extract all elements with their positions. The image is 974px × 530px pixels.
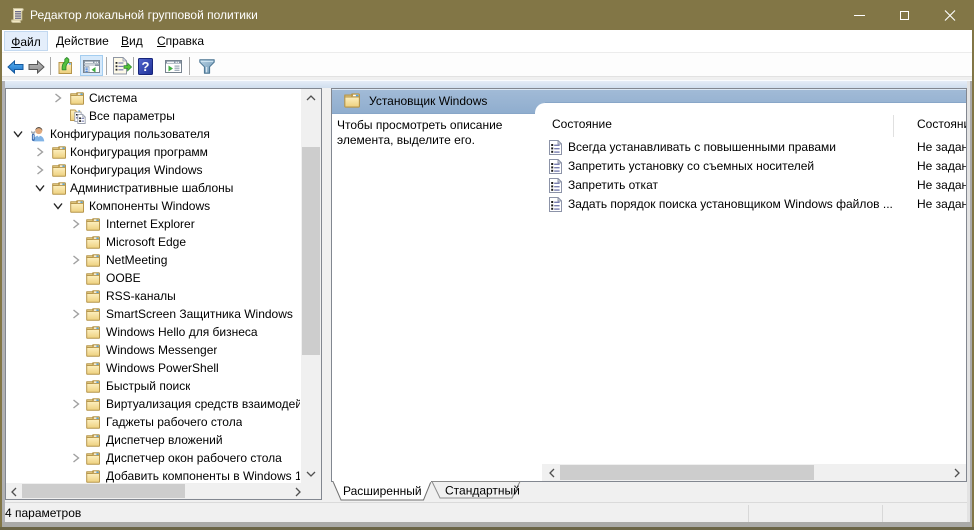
svg-text:Стандартный: Стандартный — [445, 484, 520, 498]
svg-text:?: ? — [142, 59, 150, 74]
svg-text:Расширенный: Расширенный — [343, 484, 422, 498]
